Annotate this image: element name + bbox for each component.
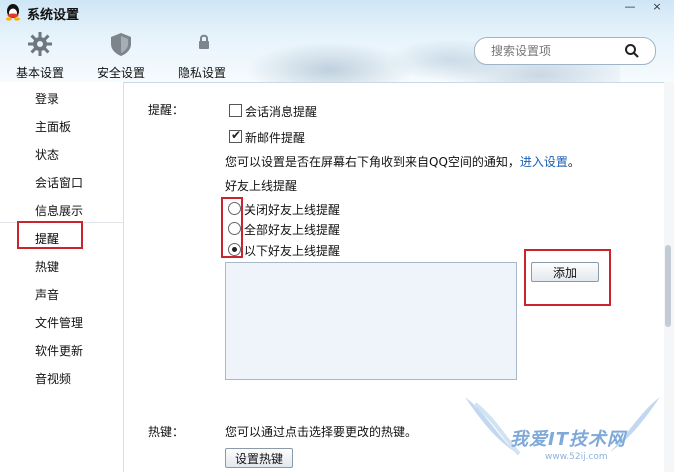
privacy-icon [199,34,209,49]
gear-icon [28,32,52,56]
radio-all-friends-online-label[interactable]: 全部好友上线提醒 [244,221,340,238]
sidebar-item-reminder[interactable]: 提醒 [35,230,59,247]
qzone-notice-text: 您可以设置是否在屏幕右下角收到来自QQ空间的通知，进入设置。 [225,153,580,170]
radio-disable-friend-online[interactable] [228,202,241,215]
tab-basic-settings-label: 基本设置 [15,66,64,80]
sidebar-item-sound[interactable]: 声音 [35,286,59,303]
radio-selected-friends-online[interactable] [228,243,241,256]
watermark-text: 我爱IT技术网 [510,429,626,450]
sidebar-item-file-management[interactable]: 文件管理 [35,314,83,331]
set-hotkey-button[interactable]: 设置热键 [225,448,293,468]
tab-privacy-settings[interactable]: 隐私设置 [167,30,237,81]
qq-penguin-icon [6,4,20,21]
sidebar-item-audio-video[interactable]: 音视频 [35,370,71,387]
search-icon[interactable] [623,42,641,60]
sidebar-item-hotkey[interactable]: 热键 [35,258,59,275]
radio-dot [232,247,237,252]
scrollbar-thumb[interactable] [665,245,671,327]
sidebar-item-login[interactable]: 登录 [35,90,59,107]
hotkey-section-label: 热键： [148,425,185,439]
friend-online-title: 好友上线提醒 [225,179,298,193]
sidebar-item-main-panel[interactable]: 主面板 [35,118,71,135]
title-bar: 系统设置 — × 基本设置 安全设置 隐私设置 [0,0,674,83]
close-button[interactable]: × [644,0,670,16]
radio-selected-friends-online-label[interactable]: 以下好友上线提醒 [244,242,340,259]
qzone-note-end: 。 [567,155,580,169]
window-title: 系统设置 [27,8,80,23]
sidebar-item-chat-window[interactable]: 会话窗口 [35,174,83,191]
search-input[interactable] [489,42,623,60]
friend-list-box[interactable] [225,262,517,380]
minimize-button[interactable]: — [618,0,642,16]
sidebar-item-info-display[interactable]: 信息展示 [35,202,83,219]
search-box[interactable] [474,37,656,65]
radio-all-friends-online[interactable] [228,222,241,235]
chat-message-reminder-checkbox[interactable] [229,104,242,117]
new-mail-reminder-label[interactable]: 新邮件提醒 [245,129,305,146]
hotkey-note: 您可以通过点击选择要更改的热键。 [225,425,418,439]
chat-message-reminder-label[interactable]: 会话消息提醒 [245,103,317,120]
radio-disable-friend-online-label[interactable]: 关闭好友上线提醒 [244,201,340,218]
qzone-note: 您可以设置是否在屏幕右下角收到来自QQ空间的通知， [225,155,520,169]
add-friend-button[interactable]: 添加 [531,262,599,282]
new-mail-reminder-checkbox[interactable]: ✔ [229,128,242,143]
tab-privacy-settings-label: 隐私设置 [177,66,226,80]
check-icon: ✔ [231,128,242,142]
qzone-settings-link[interactable]: 进入设置 [520,155,568,169]
watermark-url: www.52ij.com [545,452,608,462]
shield-icon [111,33,131,56]
sidebar: 登录 主面板 状态 会话窗口 信息展示 提醒 热键 声音 文件管理 软件更新 音… [0,82,124,472]
reminder-section-label: 提醒： [148,103,185,117]
tab-security-settings-label: 安全设置 [96,66,145,80]
tab-security-settings[interactable]: 安全设置 [86,30,156,81]
tab-basic-settings[interactable]: 基本设置 [5,30,75,81]
sidebar-item-status[interactable]: 状态 [35,146,59,163]
sidebar-item-software-update[interactable]: 软件更新 [35,342,83,359]
